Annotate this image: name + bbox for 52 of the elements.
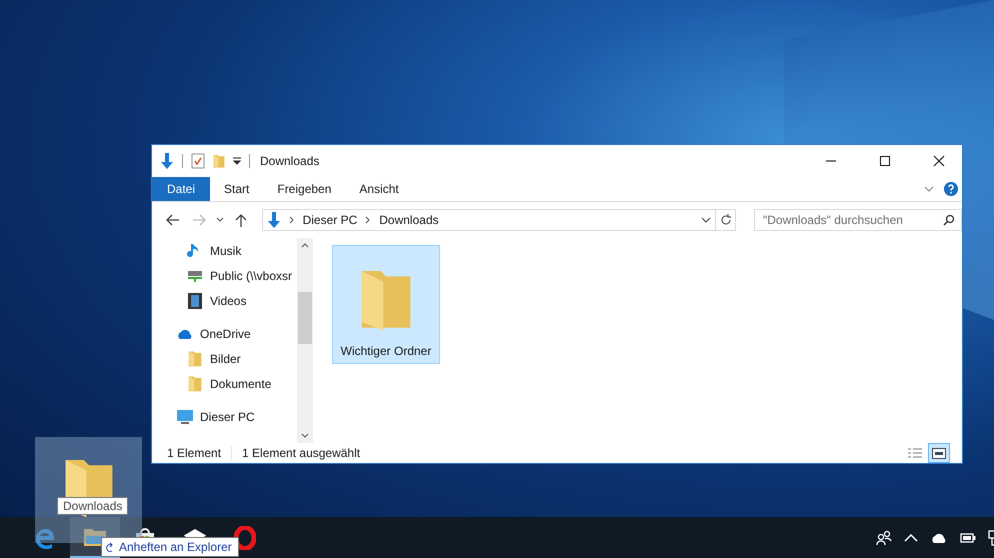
window-title: Downloads (260, 154, 320, 168)
nav-item[interactable]: Public (\\vboxsr (210, 268, 292, 282)
refresh-icon[interactable] (720, 214, 732, 226)
nav-item[interactable]: Videos (210, 294, 246, 308)
up-arrow-icon[interactable] (234, 213, 247, 227)
people-icon[interactable] (876, 530, 892, 546)
chevron-up-icon[interactable] (904, 532, 918, 542)
network-drive-icon (186, 268, 204, 282)
cloud-icon (176, 328, 194, 340)
nav-item[interactable]: Bilder (210, 352, 241, 366)
back-arrow-icon[interactable] (166, 214, 180, 226)
battery-icon[interactable] (960, 532, 976, 542)
chevron-down-icon[interactable] (924, 186, 934, 192)
download-arrow-icon (160, 153, 174, 169)
folder-icon (188, 375, 202, 392)
scrollbar-thumb[interactable] (298, 292, 312, 344)
clipboard-check-icon[interactable] (191, 153, 205, 169)
wired-network-icon[interactable] (988, 530, 994, 546)
picture-icon[interactable] (932, 448, 946, 458)
folder-icon (213, 153, 225, 169)
nav-item[interactable]: Dieser PC (200, 410, 255, 424)
close-icon[interactable] (933, 155, 945, 167)
item-count: 1 Element (167, 446, 222, 460)
film-icon (186, 292, 204, 308)
drag-label: Downloads (57, 497, 128, 515)
letter-o-icon (234, 526, 256, 550)
ribbon-tab[interactable]: Datei (152, 177, 210, 201)
large-icons-view-button[interactable] (928, 443, 950, 463)
list-icon[interactable] (907, 447, 923, 459)
search-icon (942, 214, 955, 226)
pin-icon (106, 542, 114, 552)
nav-item[interactable]: Musik (210, 244, 242, 258)
folder-item[interactable]: Wichtiger Ordner (332, 245, 440, 364)
nav-item[interactable]: Dokumente (210, 376, 272, 390)
address-bar[interactable]: Dieser PC Downloads (262, 209, 716, 231)
scroll-up-icon[interactable] (301, 242, 309, 248)
cloud-icon[interactable] (930, 532, 948, 544)
folder-icon (188, 350, 202, 367)
ribbon-tab[interactable]: Start (210, 177, 264, 201)
maximize-icon[interactable] (879, 155, 891, 167)
ribbon-tab[interactable]: Ansicht (345, 177, 413, 201)
monitor-icon (176, 408, 194, 424)
help-icon[interactable] (944, 182, 958, 196)
browser-e-icon (34, 526, 56, 548)
dropdown-icon[interactable] (233, 157, 241, 165)
selection-count: 1 Element ausgewählt (242, 446, 360, 460)
ribbon-tab[interactable]: Freigeben (263, 177, 346, 201)
nav-item[interactable]: OneDrive (200, 326, 251, 340)
chevron-down-icon[interactable] (216, 217, 224, 223)
tooltip-text: Anheften an Explorer (119, 540, 232, 554)
scroll-down-icon[interactable] (301, 433, 309, 439)
search-field[interactable]: "Downloads" durchsuchen (754, 209, 962, 231)
